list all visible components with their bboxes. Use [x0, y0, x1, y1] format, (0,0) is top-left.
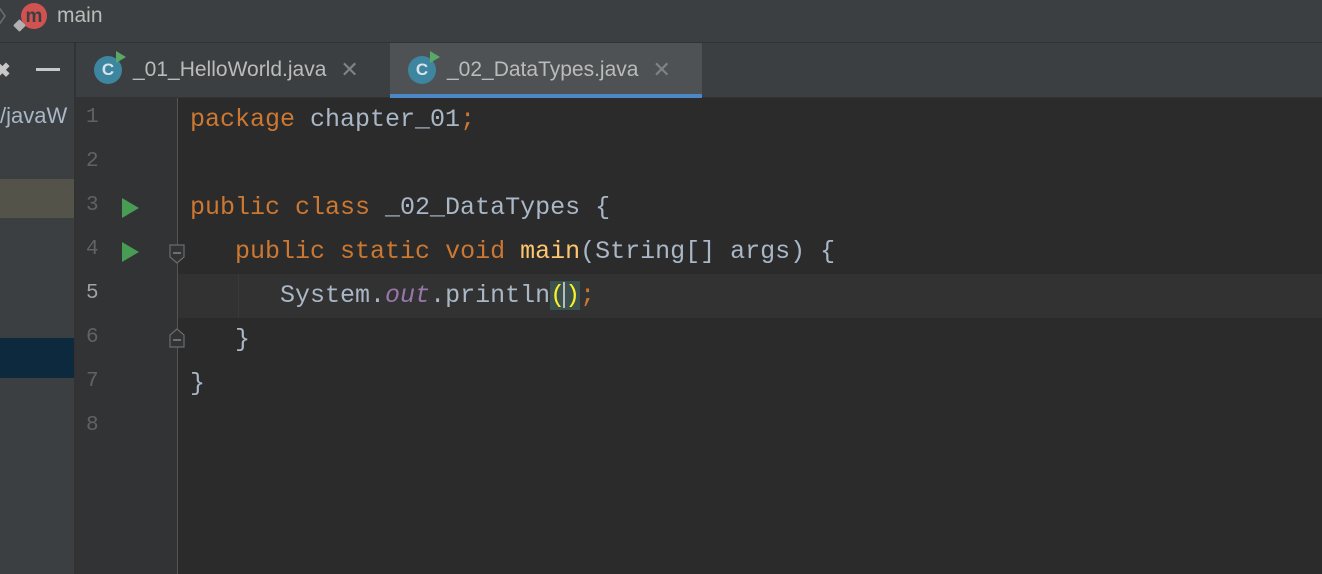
tab-datatypes[interactable]: C _02_DataTypes.java ✕ — [390, 43, 702, 97]
editor-tab-bar: C _01_HelloWorld.java ✕ C _02_DataTypes.… — [76, 43, 1322, 98]
breadcrumb-chevron-icon — [0, 7, 6, 25]
code-token: } — [190, 369, 206, 398]
run-main-icon[interactable] — [122, 242, 139, 262]
code-token: } — [235, 325, 251, 354]
line-number: 8 — [86, 414, 99, 437]
tab-label: _01_HelloWorld.java — [133, 58, 327, 81]
breadcrumb-label[interactable]: main — [57, 4, 103, 28]
project-path-text[interactable]: /javaW — [0, 103, 74, 129]
code-token: chapter_01 — [295, 105, 461, 134]
panel-hide-icon[interactable] — [36, 68, 60, 71]
close-icon[interactable]: ✕ — [340, 57, 358, 83]
code-line-4[interactable]: public static void main(String[] args) { — [190, 230, 835, 274]
keyword-token: public — [235, 237, 326, 266]
project-tree-row-highlighted[interactable] — [0, 179, 74, 218]
fold-collapse-icon[interactable] — [169, 244, 185, 264]
keyword-token: package — [190, 105, 296, 134]
keyword-token: class — [295, 193, 371, 222]
line-number: 3 — [86, 194, 99, 217]
close-icon[interactable]: ✕ — [652, 57, 670, 83]
code-token: (String[] args) { — [580, 237, 836, 266]
java-class-runnable-icon: C — [408, 51, 440, 84]
line-number: 4 — [86, 238, 99, 261]
line-number-current: 5 — [86, 282, 99, 305]
line-number: 6 — [86, 326, 99, 349]
keyword-token: static — [340, 237, 431, 266]
method-icon-letter: m — [25, 5, 43, 27]
code-line-3[interactable]: public class _02_DataTypes { — [190, 186, 610, 230]
line-number: 2 — [86, 150, 99, 173]
fold-end-icon[interactable] — [169, 328, 185, 348]
class-icon-letter: C — [415, 60, 429, 79]
code-line-6[interactable]: } — [190, 318, 250, 362]
static-field-token: out — [385, 281, 431, 310]
java-class-runnable-icon: C — [94, 51, 126, 84]
line-number: 1 — [86, 106, 99, 129]
line-number: 7 — [86, 370, 99, 393]
code-token: System. — [280, 281, 386, 310]
code-token: .println — [430, 281, 551, 310]
tab-helloworld[interactable]: C _01_HelloWorld.java ✕ — [76, 43, 390, 97]
code-editor[interactable]: 1 2 3 4 5 6 7 8 package chapter_01; publ… — [76, 98, 1322, 574]
class-icon-letter: C — [101, 60, 115, 79]
run-class-icon[interactable] — [122, 198, 139, 218]
code-line-1[interactable]: package chapter_01; — [190, 98, 475, 142]
semicolon-token: ; — [580, 281, 596, 310]
editor-gutter[interactable]: 1 2 3 4 5 6 7 8 — [76, 98, 178, 574]
code-token: _02_DataTypes { — [370, 193, 611, 222]
code-line-7[interactable]: } — [190, 362, 205, 406]
tab-label: _02_DataTypes.java — [447, 58, 639, 81]
keyword-token: public — [190, 193, 281, 222]
project-tree-row-selected[interactable] — [0, 338, 74, 378]
method-name-token: main — [520, 237, 581, 266]
matched-paren-close: ) — [565, 281, 581, 310]
keyword-token: void — [445, 237, 506, 266]
panel-settings-icon[interactable]: ✖ — [0, 58, 11, 83]
code-line-5[interactable]: System.out.println(); — [190, 274, 595, 318]
breadcrumb: m main — [0, 0, 1322, 43]
semicolon-token: ; — [460, 105, 476, 134]
